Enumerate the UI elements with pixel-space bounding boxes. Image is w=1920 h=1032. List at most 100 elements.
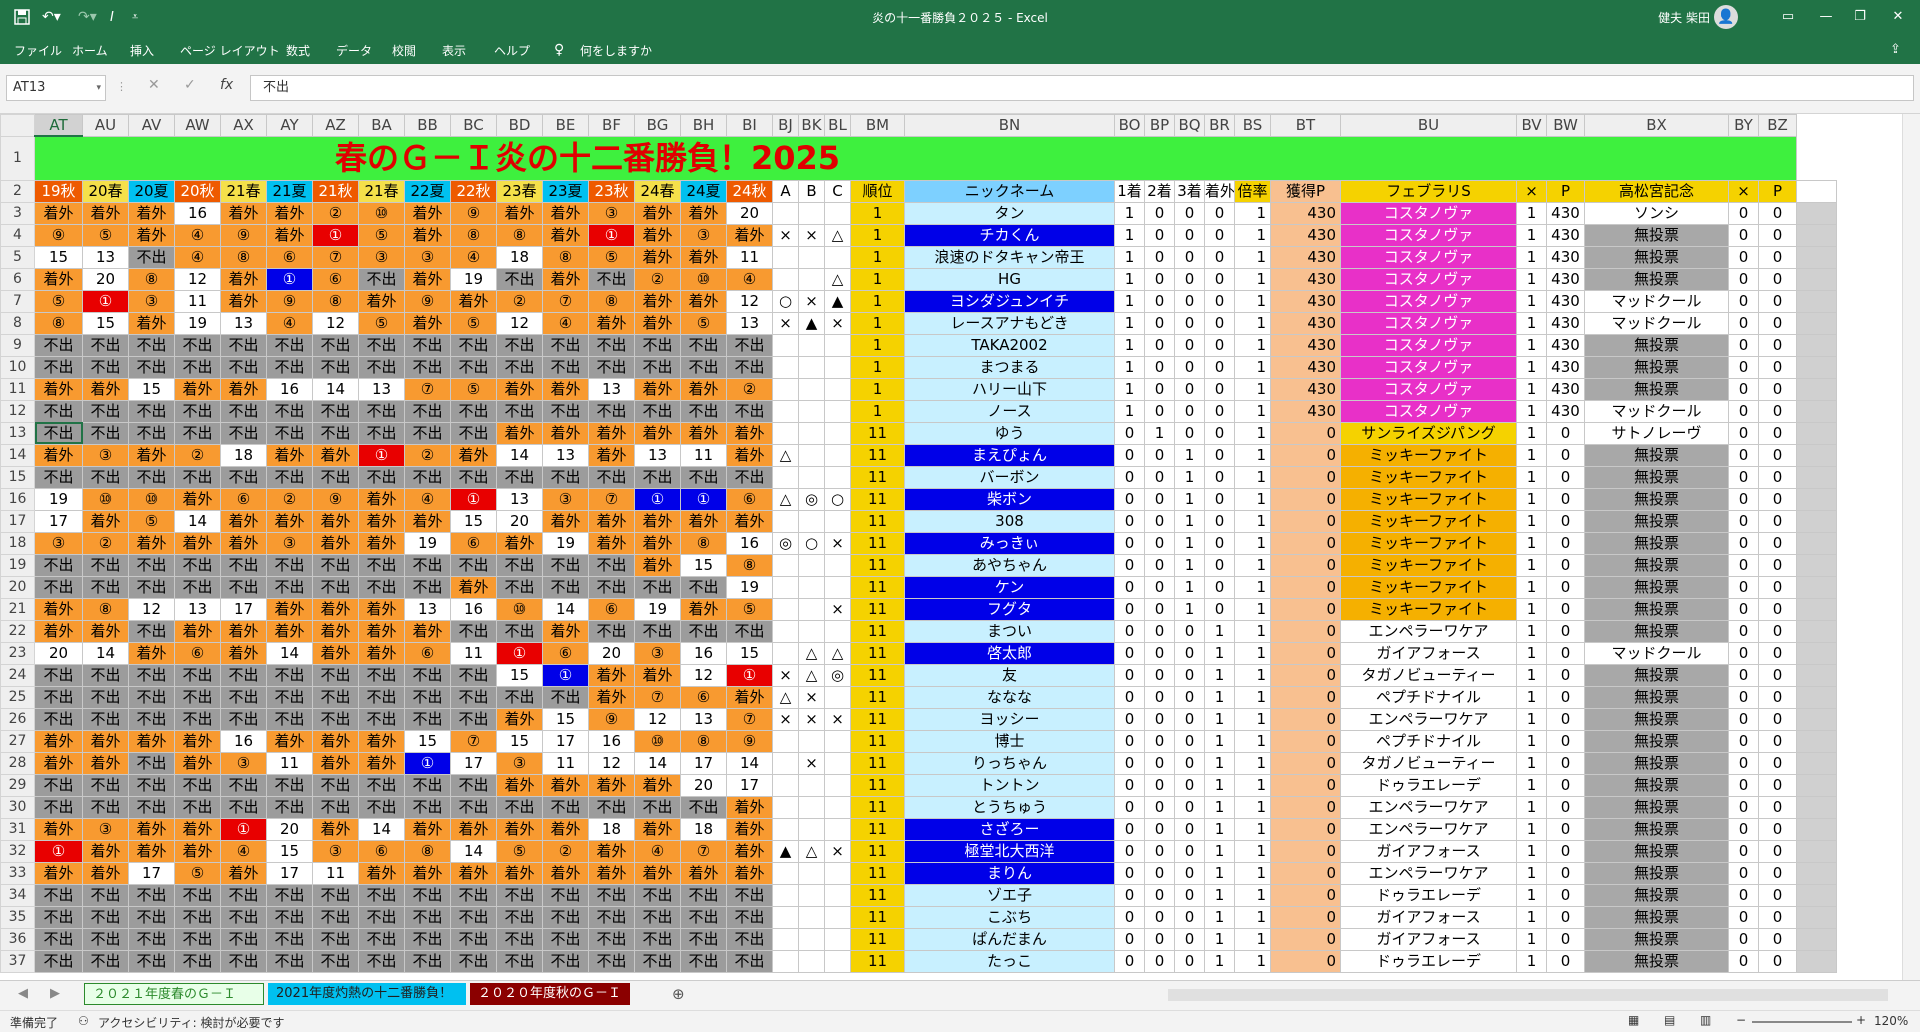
- cell[interactable]: 0: [1174, 267, 1205, 291]
- cell[interactable]: [1796, 685, 1837, 709]
- cell[interactable]: 11: [850, 443, 905, 467]
- cell[interactable]: 不出: [542, 399, 589, 423]
- cell[interactable]: 0: [1270, 487, 1341, 511]
- cell[interactable]: 不出: [404, 355, 451, 379]
- cell[interactable]: 無投票: [1584, 619, 1729, 643]
- cell[interactable]: ⑤: [726, 597, 773, 621]
- cell[interactable]: 着外: [404, 861, 451, 885]
- cell[interactable]: 0: [1144, 641, 1175, 665]
- cell[interactable]: 着外: [404, 817, 451, 841]
- cell[interactable]: ⑥: [542, 641, 589, 665]
- cell[interactable]: 0: [1270, 905, 1341, 929]
- cell[interactable]: 430: [1546, 333, 1585, 357]
- cell[interactable]: 不出: [726, 465, 773, 489]
- cell[interactable]: ⑧: [220, 245, 267, 269]
- cell[interactable]: 着外: [588, 773, 635, 797]
- cell[interactable]: [772, 861, 799, 885]
- cell[interactable]: ×: [824, 597, 851, 621]
- header-cell[interactable]: 20夏: [128, 179, 175, 203]
- cell[interactable]: 不出: [404, 883, 451, 907]
- cell[interactable]: 着外: [358, 487, 405, 511]
- cell[interactable]: 0: [1758, 663, 1797, 687]
- cell[interactable]: 不出: [358, 707, 405, 731]
- cell[interactable]: エンペラーワケア: [1340, 707, 1517, 731]
- cell[interactable]: 不出: [634, 465, 681, 489]
- cell[interactable]: 0: [1114, 839, 1145, 863]
- cell[interactable]: 着外: [220, 289, 267, 313]
- cell[interactable]: 不出: [220, 421, 267, 445]
- cell[interactable]: [772, 795, 799, 819]
- cell[interactable]: 不出: [358, 421, 405, 445]
- cell[interactable]: 不出: [266, 333, 313, 357]
- cell[interactable]: [798, 245, 825, 269]
- cell[interactable]: 13: [174, 597, 221, 621]
- cell[interactable]: 11: [850, 927, 905, 951]
- cell[interactable]: 不出: [496, 905, 543, 929]
- column-header[interactable]: BU: [1340, 114, 1517, 137]
- cell[interactable]: 0: [1758, 487, 1797, 511]
- cell[interactable]: 不出: [358, 553, 405, 577]
- tell-me-search[interactable]: 何をしますか: [580, 42, 652, 59]
- cell[interactable]: 11: [850, 509, 905, 533]
- cell[interactable]: ヨシダジュンイチ: [904, 289, 1115, 313]
- cell[interactable]: 0: [1174, 355, 1205, 379]
- cell[interactable]: 1: [1114, 333, 1145, 357]
- cell[interactable]: 0: [1546, 553, 1585, 577]
- cell[interactable]: 不出: [128, 773, 175, 797]
- cell[interactable]: 不出: [128, 751, 175, 775]
- cell[interactable]: 1: [1234, 553, 1271, 577]
- cell[interactable]: みっきぃ: [904, 531, 1115, 555]
- cell[interactable]: ⑤: [34, 289, 83, 313]
- cell[interactable]: 不出: [450, 333, 497, 357]
- cell[interactable]: 1: [1516, 443, 1547, 467]
- header-cell[interactable]: 20春: [82, 179, 129, 203]
- cell[interactable]: 不出: [174, 465, 221, 489]
- cell[interactable]: 1: [1204, 817, 1235, 841]
- cell[interactable]: 15: [82, 311, 129, 335]
- cell[interactable]: 不出: [266, 905, 313, 929]
- cell[interactable]: 0: [1728, 795, 1759, 819]
- cell[interactable]: [1796, 245, 1837, 269]
- cell[interactable]: ⑦: [312, 245, 359, 269]
- cell[interactable]: 不出: [34, 883, 83, 907]
- cell[interactable]: 不出: [128, 663, 175, 687]
- tab-data[interactable]: データ: [336, 42, 372, 59]
- header-cell[interactable]: ×: [1516, 179, 1547, 203]
- cell[interactable]: 不出: [128, 553, 175, 577]
- cell[interactable]: 0: [1144, 355, 1175, 379]
- cell[interactable]: 308: [904, 509, 1115, 533]
- cell[interactable]: 1: [1234, 465, 1271, 489]
- cell[interactable]: 1: [1114, 223, 1145, 247]
- cell[interactable]: 11: [850, 883, 905, 907]
- tab-scroll-left-icon[interactable]: ◀: [10, 983, 36, 1005]
- cell[interactable]: 不出: [312, 663, 359, 687]
- cell[interactable]: タガノビューティー: [1340, 663, 1517, 687]
- cell[interactable]: [798, 773, 825, 797]
- cell[interactable]: 0: [1546, 905, 1585, 929]
- cell[interactable]: 無投票: [1584, 465, 1729, 489]
- cell[interactable]: ⑨: [220, 223, 267, 247]
- cell[interactable]: 0: [1728, 707, 1759, 731]
- cell[interactable]: さざろー: [904, 817, 1115, 841]
- row-header[interactable]: 32: [0, 839, 35, 863]
- header-cell[interactable]: 獲得P: [1270, 179, 1341, 203]
- cell[interactable]: 1: [1114, 399, 1145, 423]
- cell[interactable]: コスタノヴァ: [1340, 223, 1517, 247]
- header-cell[interactable]: 21秋: [312, 179, 359, 203]
- cell[interactable]: 不出: [34, 707, 83, 731]
- cell[interactable]: [824, 575, 851, 599]
- cell[interactable]: 着外: [82, 201, 129, 225]
- vertical-scrollbar[interactable]: [1902, 114, 1920, 980]
- cell[interactable]: 0: [1758, 861, 1797, 885]
- row-header[interactable]: 2: [0, 179, 35, 203]
- cell[interactable]: 不出: [450, 927, 497, 951]
- cell[interactable]: 11: [174, 289, 221, 313]
- cell[interactable]: コスタノヴァ: [1340, 201, 1517, 225]
- cell[interactable]: あやちゃん: [904, 553, 1115, 577]
- header-cell[interactable]: A: [772, 179, 799, 203]
- cell[interactable]: ⑥: [588, 597, 635, 621]
- cell[interactable]: 柴ボン: [904, 487, 1115, 511]
- cell[interactable]: 0: [1270, 861, 1341, 885]
- cell[interactable]: 0: [1114, 663, 1145, 687]
- cell[interactable]: 1: [1174, 597, 1205, 621]
